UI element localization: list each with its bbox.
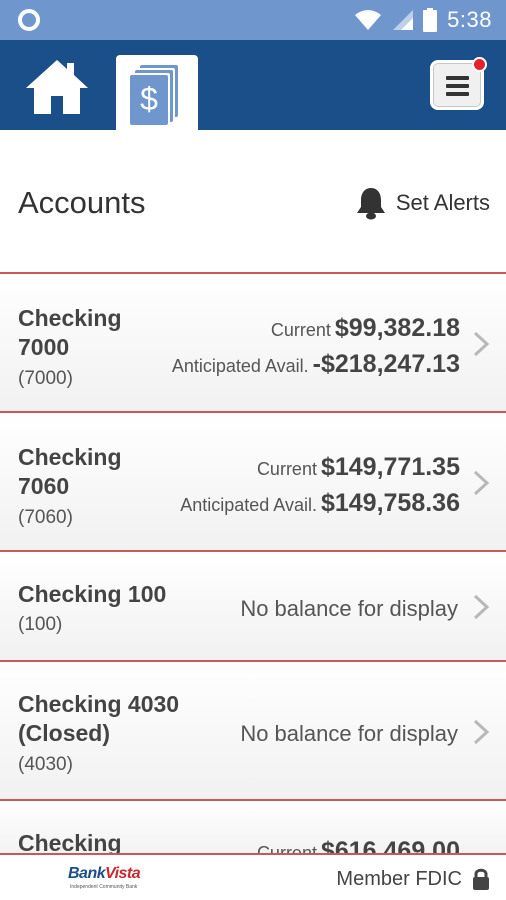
current-balance: Current $99,382.18: [270, 314, 460, 342]
lock-icon: [473, 868, 489, 890]
set-alerts-button[interactable]: Set Alerts: [356, 186, 490, 220]
account-number: (4030): [18, 754, 73, 775]
set-alerts-label: Set Alerts: [395, 190, 490, 215]
current-balance: Current $149,771.35: [256, 453, 460, 481]
bank-logo[interactable]: Bank Vista Independent Community Bank: [68, 865, 148, 895]
account-number: (100): [18, 614, 63, 635]
account-name: Checking 100: [18, 581, 167, 607]
account-name: Checking 4030 (Closed): [18, 691, 180, 746]
no-balance-text: No balance for display: [240, 596, 458, 621]
svg-text:$: $: [140, 81, 158, 117]
home-icon: [26, 60, 88, 114]
chevron-right-icon: [473, 719, 490, 745]
chevron-right-icon: [473, 594, 490, 620]
account-number: (7000): [18, 368, 73, 389]
account-number: (7060): [18, 507, 73, 528]
anticipated-balance: Anticipated Avail. $149,758.36: [180, 489, 460, 517]
dollar-document-icon: $: [130, 65, 178, 125]
account-row-4030[interactable]: Checking 4030 (Closed) (4030) No balance…: [0, 660, 506, 799]
account-name: Checking 7000: [18, 305, 122, 360]
no-balance-text: No balance for display: [240, 721, 458, 746]
home-button[interactable]: [24, 58, 90, 116]
account-row-7060[interactable]: Checking 7060 (7060) Current $149,771.35…: [0, 411, 506, 550]
status-indicators: 5:38: [355, 0, 492, 40]
notification-dot: [472, 57, 487, 72]
account-row-partial[interactable]: Checking Current $616,469.00: [0, 799, 506, 865]
account-row-100[interactable]: Checking 100 (100) No balance for displa…: [0, 550, 506, 660]
page-title: Accounts: [18, 185, 146, 220]
bell-icon: [356, 188, 385, 220]
cell-signal-icon: [393, 10, 414, 30]
menu-button[interactable]: [430, 57, 487, 110]
battery-icon: [423, 8, 438, 32]
status-time: 5:38: [447, 7, 492, 32]
nav-bar: $: [0, 40, 506, 130]
footer: Bank Vista Independent Community Bank Me…: [0, 853, 506, 900]
account-row-7000[interactable]: Checking 7000 (7000) Current $99,382.18 …: [0, 272, 506, 411]
chevron-right-icon: [473, 331, 490, 357]
tab-accounts[interactable]: $: [116, 55, 198, 130]
accounts-list: Checking 7000 (7000) Current $99,382.18 …: [0, 272, 506, 865]
anticipated-balance: Anticipated Avail. -$218,247.13: [171, 350, 460, 378]
wifi-icon: [355, 10, 382, 30]
chevron-right-icon: [473, 470, 490, 496]
member-fdic-text: Member FDIC: [336, 868, 462, 890]
hamburger-menu-icon: [446, 76, 469, 100]
notification-circle-icon: [18, 9, 40, 31]
account-name: Checking 7060: [18, 444, 122, 499]
status-bar: 5:38: [0, 0, 506, 40]
